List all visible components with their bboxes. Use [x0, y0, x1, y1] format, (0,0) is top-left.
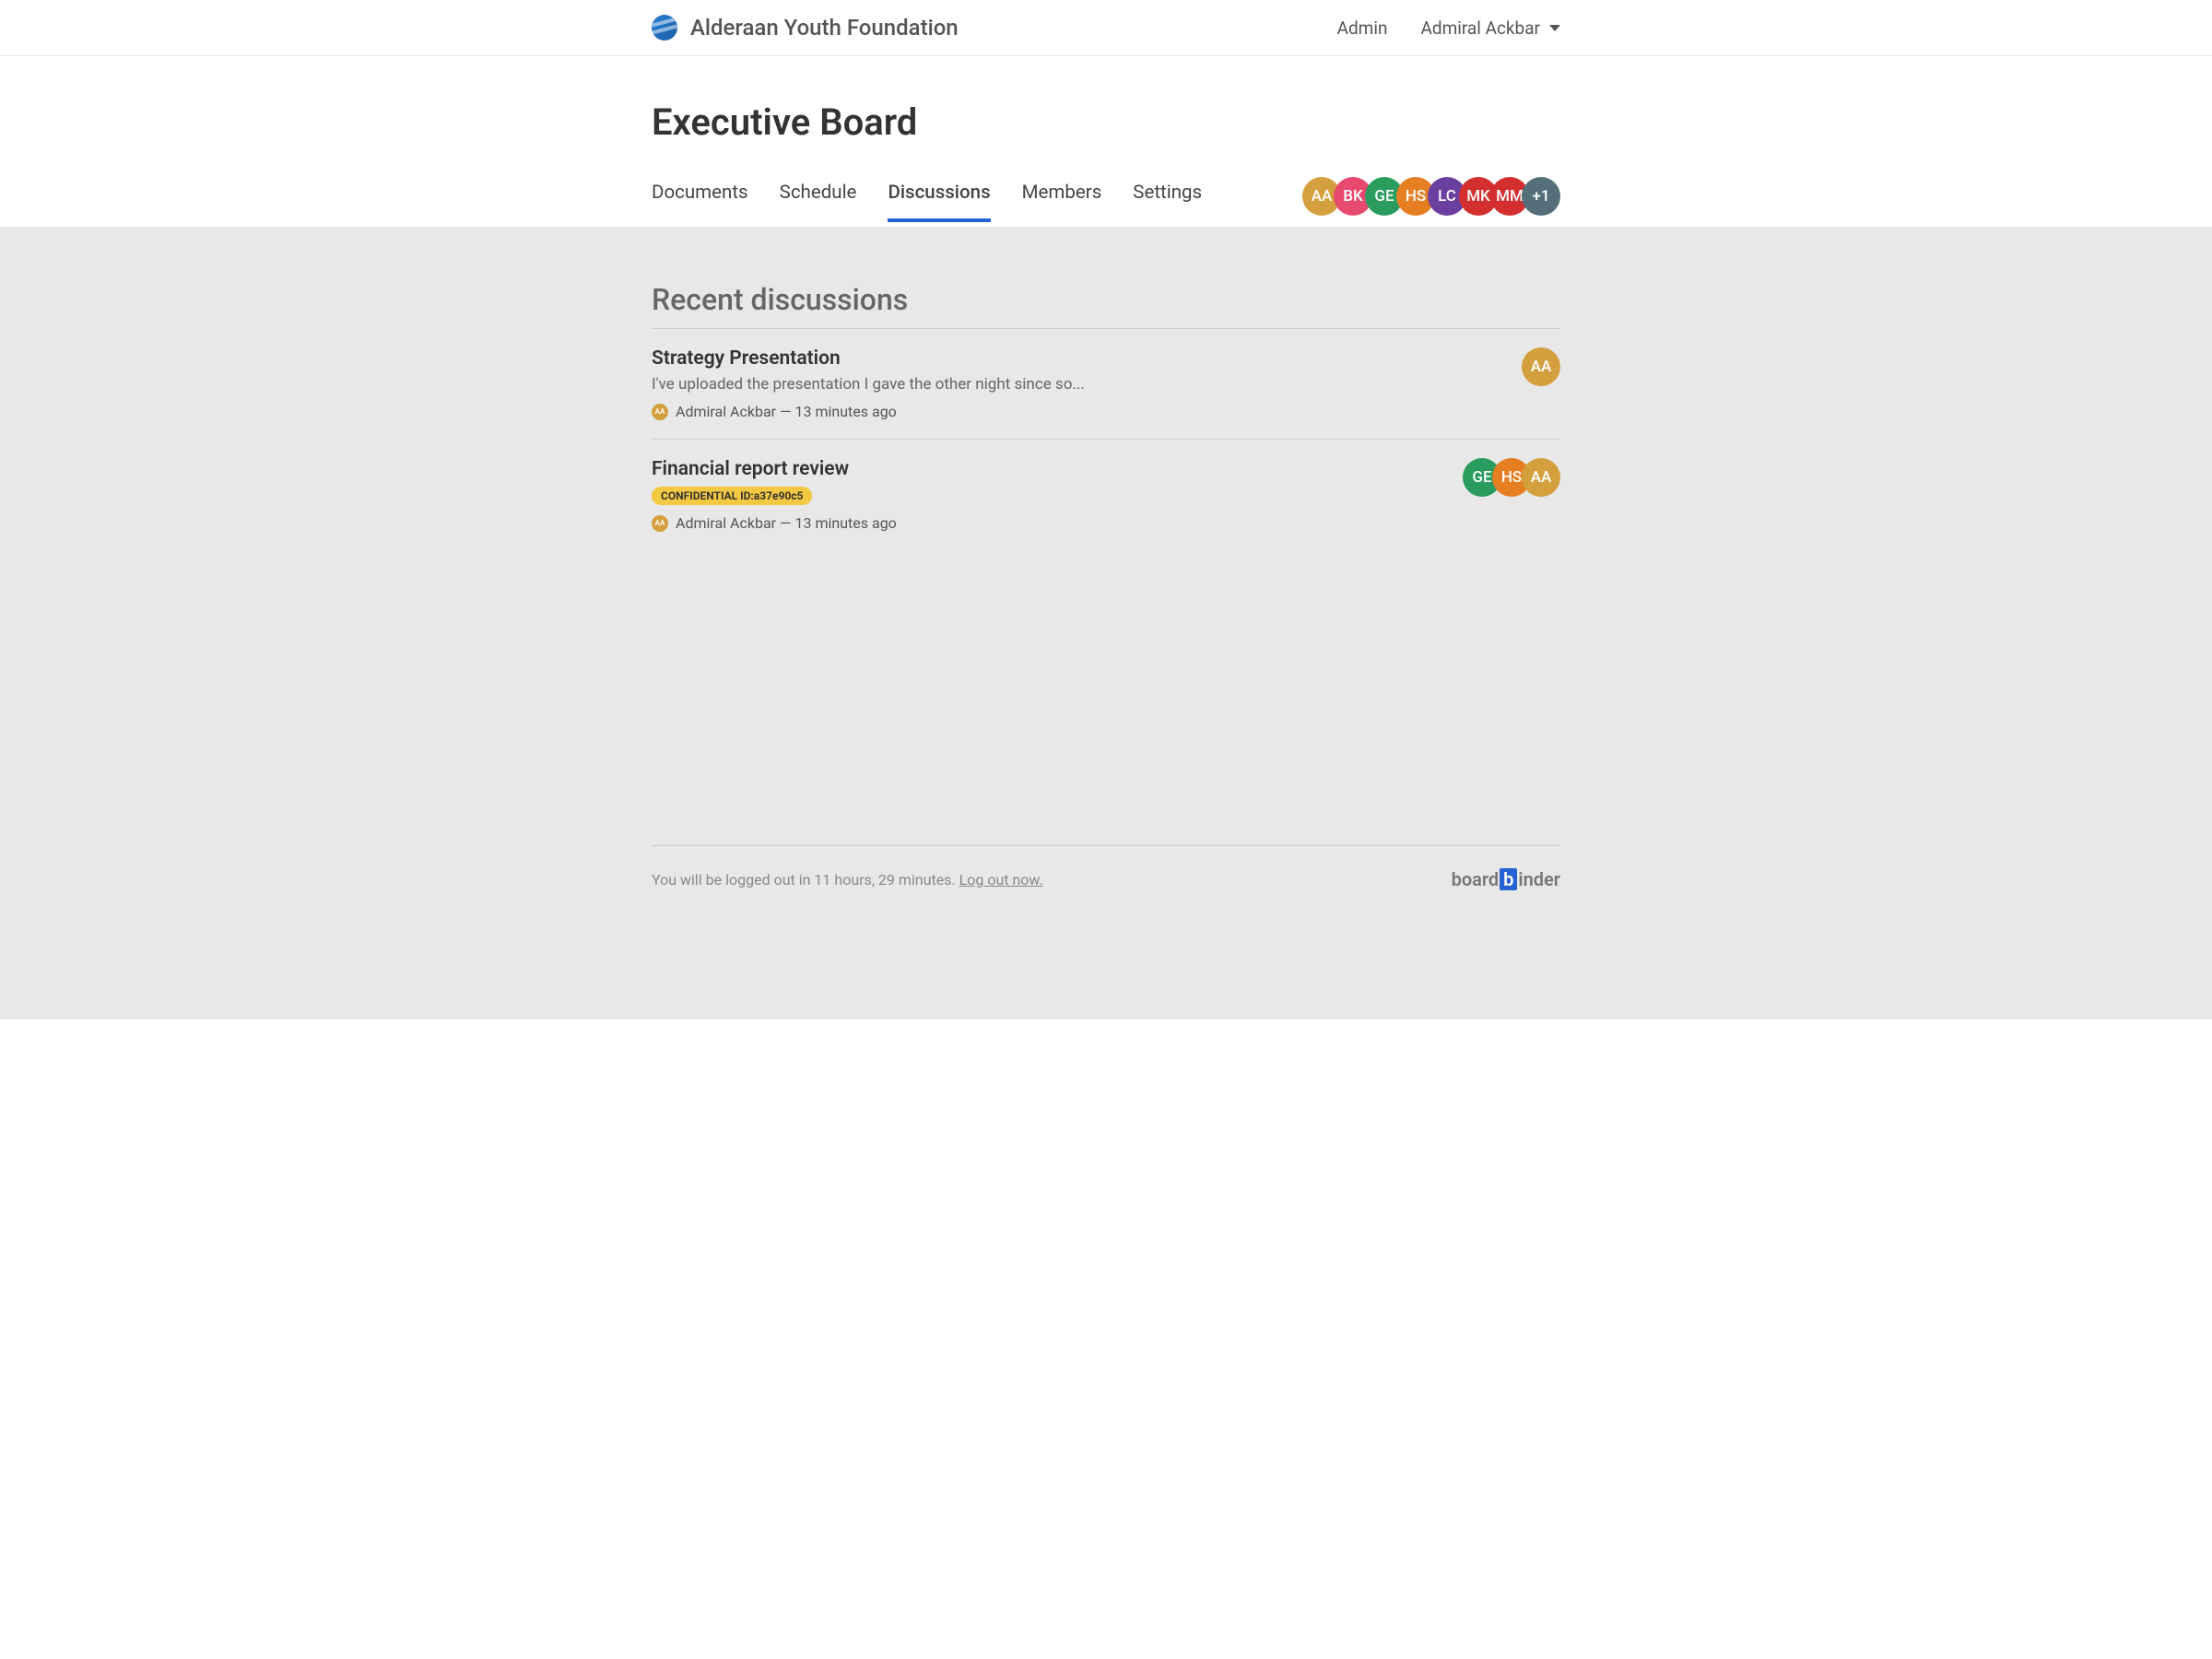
member-avatar-group[interactable]: AABKGEHSLCMKMM+1 — [1302, 177, 1560, 227]
tabs-nav: Documents Schedule Discussions Members Setti… — [652, 182, 1202, 222]
discussion-item[interactable]: Financial report review CONFIDENTIAL ID:a… — [652, 440, 1560, 550]
tab-schedule[interactable]: Schedule — [780, 182, 857, 222]
participant-avatars: AA — [1522, 347, 1560, 386]
logout-text: You will be logged out in 11 hours, 29 m… — [652, 871, 959, 888]
tab-settings[interactable]: Settings — [1133, 182, 1202, 222]
avatar[interactable]: +1 — [1522, 177, 1560, 216]
author-avatar: AA — [652, 404, 668, 420]
admin-link[interactable]: Admin — [1337, 18, 1388, 39]
logout-link[interactable]: Log out now. — [959, 871, 1043, 888]
discussion-meta: AA Admiral Ackbar — 13 minutes ago — [652, 403, 1522, 420]
discussions-list: Strategy Presentation I've uploaded the p… — [652, 329, 1560, 550]
author-timestamp: Admiral Ackbar — 13 minutes ago — [676, 403, 897, 420]
tab-documents[interactable]: Documents — [652, 182, 748, 222]
discussion-title: Strategy Presentation — [652, 347, 1522, 370]
discussion-title: Financial report review — [652, 458, 1463, 480]
brand-part1: board — [1452, 868, 1500, 890]
org-brand[interactable]: Alderaan Youth Foundation — [652, 15, 959, 41]
board-title: Executive Board — [652, 100, 1560, 144]
user-name-label: Admiral Ackbar — [1420, 18, 1540, 39]
avatar[interactable]: AA — [1522, 347, 1560, 386]
page-footer: You will be logged out in 11 hours, 29 m… — [652, 845, 1560, 890]
section-title: Recent discussions — [652, 282, 1560, 329]
participant-avatars: GEHSAA — [1463, 458, 1560, 497]
tab-members[interactable]: Members — [1022, 182, 1102, 222]
logout-warning: You will be logged out in 11 hours, 29 m… — [652, 871, 1043, 888]
caret-down-icon — [1549, 25, 1560, 31]
discussion-item[interactable]: Strategy Presentation I've uploaded the p… — [652, 329, 1560, 440]
top-navbar: Alderaan Youth Foundation Admin Admiral … — [0, 0, 2212, 56]
org-title: Alderaan Youth Foundation — [690, 15, 959, 41]
brand-footer[interactable]: boardbinder — [1452, 868, 1560, 890]
brand-part2: inder — [1518, 868, 1560, 890]
author-avatar: AA — [652, 515, 668, 532]
tab-discussions[interactable]: Discussions — [888, 182, 990, 222]
confidential-badge: CONFIDENTIAL ID:a37e90c5 — [652, 487, 812, 505]
user-menu-dropdown[interactable]: Admiral Ackbar — [1420, 18, 1560, 39]
author-timestamp: Admiral Ackbar — 13 minutes ago — [676, 514, 897, 532]
org-logo-icon — [652, 15, 677, 41]
brand-b-icon: b — [1500, 868, 1517, 890]
main-content-area: Recent discussions Strategy Presentation… — [0, 227, 2212, 1019]
content-header: Executive Board Documents Schedule Discuss… — [0, 56, 2212, 227]
avatar[interactable]: AA — [1522, 458, 1560, 497]
discussion-preview: I've uploaded the presentation I gave th… — [652, 375, 1522, 394]
discussion-meta: AA Admiral Ackbar — 13 minutes ago — [652, 514, 1463, 532]
